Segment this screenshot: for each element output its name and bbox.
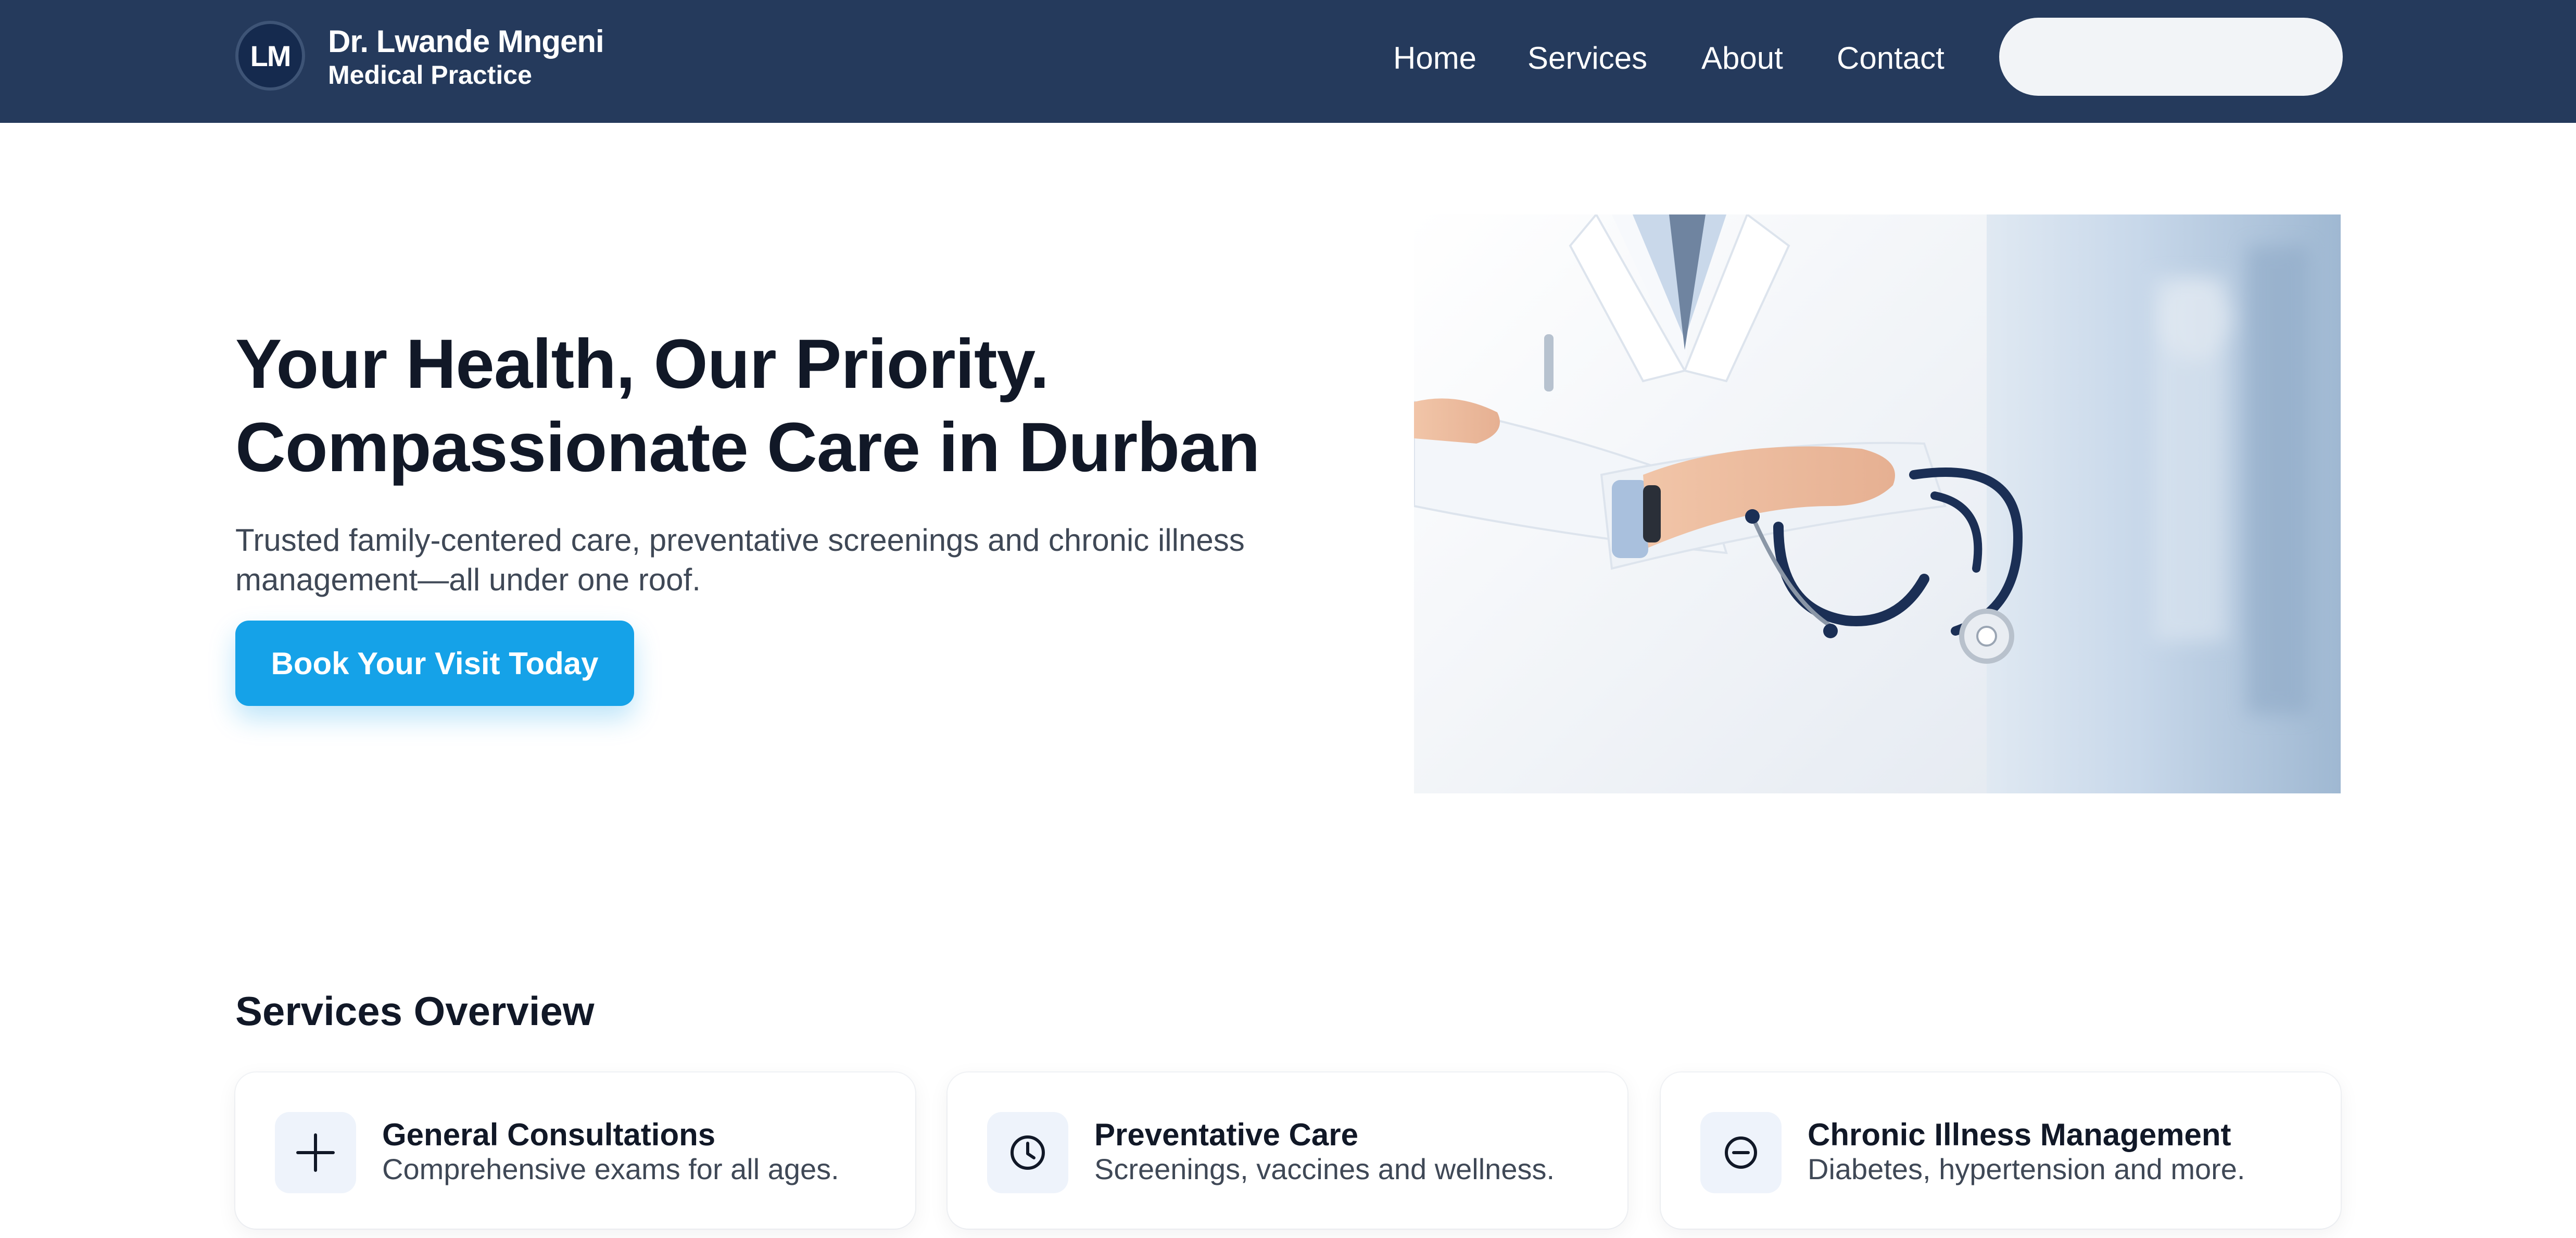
service-description: Screenings, vaccines and wellness. (1094, 1153, 1555, 1185)
doctor-illustration (1414, 214, 2341, 793)
hero-title-line-1: Your Health, Our Priority. (235, 325, 1049, 403)
hero-title: Your Health, Our Priority. Compassionate… (235, 323, 1381, 489)
book-visit-button[interactable]: Book Your Visit Today (235, 621, 634, 706)
nav-about[interactable]: About (1701, 36, 1783, 80)
nav-contact[interactable]: Contact (1837, 36, 1944, 80)
minus-circle-icon-glyph (1725, 1136, 1757, 1169)
site-header: LM Dr. Lwande Mngeni Medical Practice Ho… (0, 0, 2576, 123)
doctor-with-stethoscope-photo (1414, 214, 2341, 793)
header-action-button[interactable] (1999, 18, 2343, 96)
service-description: Comprehensive exams for all ages. (382, 1153, 839, 1185)
service-card-general-consultations[interactable]: General Consultations Comprehensive exam… (235, 1072, 915, 1229)
clock-icon-glyph (1011, 1135, 1045, 1170)
brand-name[interactable]: Dr. Lwande Mngeni (328, 21, 604, 62)
service-card-chronic-illness[interactable]: Chronic Illness Management Diabetes, hyp… (1661, 1072, 2341, 1229)
plus-icon (275, 1112, 356, 1193)
nav-services[interactable]: Services (1527, 36, 1647, 80)
plus-icon-glyph (296, 1133, 335, 1172)
minus-circle-icon (1700, 1112, 1782, 1193)
hero-title-line-2: Compassionate Care in Durban (235, 409, 1260, 486)
service-title: Preventative Care (1094, 1117, 1358, 1152)
hero-subtitle: Trusted family-centered care, preventati… (235, 523, 1245, 597)
nav-home[interactable]: Home (1393, 36, 1476, 80)
brand-subtitle: Medical Practice (328, 60, 532, 90)
service-title: Chronic Illness Management (1808, 1117, 2231, 1152)
clock-icon (987, 1112, 1068, 1193)
service-description: Diabetes, hypertension and more. (1808, 1153, 2245, 1185)
services-heading: Services Overview (235, 988, 595, 1034)
logo-badge[interactable]: LM (235, 21, 305, 91)
service-card-preventative-care[interactable]: Preventative Care Screenings, vaccines a… (948, 1072, 1627, 1229)
service-title: General Consultations (382, 1117, 716, 1152)
